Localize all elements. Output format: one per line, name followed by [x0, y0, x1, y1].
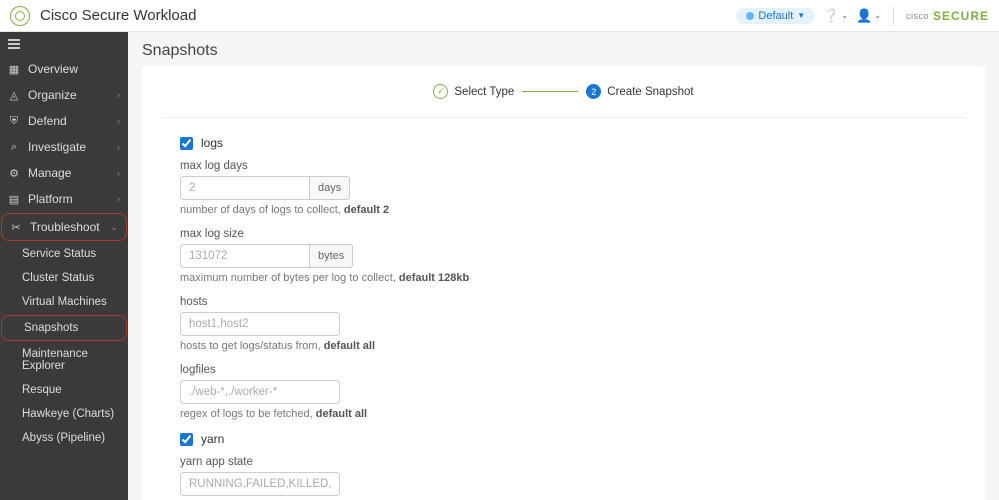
maxlogsize-help: maximum number of bytes per log to colle…: [180, 272, 540, 284]
logs-label: logs: [201, 136, 223, 150]
card: ✓ Select Type 2 Create Snapshot logs max…: [142, 66, 985, 500]
product-logo-icon: [10, 6, 30, 26]
sidebar-item-label: Hawkeye (Charts): [22, 408, 114, 420]
chevron-down-icon: ▼: [797, 11, 805, 20]
brand-secure-label: SECURE: [933, 9, 989, 23]
user-icon[interactable]: 👤⌄: [856, 8, 881, 24]
hosts-help: hosts to get logs/status from, default a…: [180, 340, 540, 352]
form: logs max log days days number of days of…: [180, 136, 540, 500]
sidebar-item-manage[interactable]: ⚙ Manage ›: [0, 160, 128, 186]
logs-checkbox[interactable]: [180, 137, 193, 150]
sidebar-item-label: Defend: [28, 114, 67, 128]
hosts-input[interactable]: [180, 312, 340, 336]
step-label: Select Type: [454, 86, 514, 98]
yarn-label: yarn: [201, 432, 224, 446]
chevron-down-icon: ⌄: [110, 222, 118, 233]
divider: [893, 7, 894, 25]
sidebar-item-label: Investigate: [28, 140, 86, 154]
sidebar-item-label: Snapshots: [24, 322, 78, 334]
sidebar-item-label: Overview: [28, 62, 78, 76]
chevron-right-icon: ›: [117, 90, 120, 100]
logfiles-input[interactable]: [180, 380, 340, 404]
maxlogsize-suffix: bytes: [310, 244, 353, 268]
brand: cisco SECURE: [906, 9, 989, 23]
sidebar-item-label: Abyss (Pipeline): [22, 432, 105, 444]
step-number: 2: [586, 84, 601, 99]
step-connector: [522, 91, 578, 92]
page-title: Snapshots: [142, 42, 985, 60]
sidebar-item-overview[interactable]: ▦ Overview: [0, 56, 128, 82]
overview-icon: ▦: [8, 63, 20, 75]
step-create-snapshot[interactable]: 2 Create Snapshot: [586, 84, 693, 99]
maxlogdays-input[interactable]: [180, 176, 310, 200]
hosts-label: hosts: [180, 296, 540, 308]
defend-icon: ⛨: [8, 115, 20, 127]
manage-icon: ⚙: [8, 167, 20, 179]
platform-icon: ▤: [8, 193, 20, 205]
maxlogdays-label: max log days: [180, 160, 540, 172]
organize-icon: ◬: [8, 89, 20, 101]
maxlogdays-suffix: days: [310, 176, 350, 200]
sidebar-item-organize[interactable]: ◬ Organize ›: [0, 82, 128, 108]
hamburger-icon[interactable]: [0, 32, 128, 56]
sidebar-item-virtual-machines[interactable]: Virtual Machines: [0, 290, 128, 314]
yarnstate-label: yarn app state: [180, 456, 540, 468]
sidebar: ▦ Overview ◬ Organize › ⛨ Defend › ⌕ Inv…: [0, 32, 128, 500]
sidebar-item-troubleshoot[interactable]: ✂ Troubleshoot ⌄: [1, 213, 127, 241]
sidebar-item-label: Service Status: [22, 248, 96, 260]
brand-cisco-label: cisco: [906, 11, 929, 21]
check-icon: ✓: [433, 84, 448, 99]
tenant-label: Default: [758, 10, 793, 22]
sidebar-item-maintenance-explorer[interactable]: Maintenance Explorer: [0, 342, 128, 378]
maxlogdays-help: number of days of logs to collect, defau…: [180, 204, 540, 216]
chevron-right-icon: ›: [117, 168, 120, 178]
sidebar-item-hawkeye[interactable]: Hawkeye (Charts): [0, 402, 128, 426]
help-icon[interactable]: ❔⌄: [823, 8, 848, 24]
yarn-checkbox[interactable]: [180, 433, 193, 446]
maxlogsize-input[interactable]: [180, 244, 310, 268]
sidebar-item-label: Platform: [28, 192, 73, 206]
sidebar-item-defend[interactable]: ⛨ Defend ›: [0, 108, 128, 134]
main-content: Snapshots ✓ Select Type 2 Create Snapsho…: [128, 32, 999, 500]
stepper: ✓ Select Type 2 Create Snapshot: [162, 80, 965, 118]
sidebar-item-label: Organize: [28, 88, 77, 102]
chevron-right-icon: ›: [117, 142, 120, 152]
sidebar-item-service-status[interactable]: Service Status: [0, 242, 128, 266]
chevron-right-icon: ›: [117, 116, 120, 126]
maxlogsize-label: max log size: [180, 228, 540, 240]
sidebar-item-platform[interactable]: ▤ Platform ›: [0, 186, 128, 212]
step-label: Create Snapshot: [607, 86, 693, 98]
logfiles-label: logfiles: [180, 364, 540, 376]
sidebar-item-label: Resque: [22, 384, 62, 396]
sidebar-item-abyss[interactable]: Abyss (Pipeline): [0, 426, 128, 450]
sidebar-item-investigate[interactable]: ⌕ Investigate ›: [0, 134, 128, 160]
product-title: Cisco Secure Workload: [40, 7, 196, 24]
troubleshoot-icon: ✂: [10, 221, 22, 233]
logfiles-help: regex of logs to be fetched, default all: [180, 408, 540, 420]
sidebar-item-label: Virtual Machines: [22, 296, 107, 308]
sidebar-item-label: Maintenance Explorer: [22, 348, 120, 372]
sidebar-item-snapshots[interactable]: Snapshots: [1, 315, 127, 341]
topbar: Cisco Secure Workload Default ▼ ❔⌄ 👤⌄ ci…: [0, 0, 999, 32]
sidebar-item-label: Manage: [28, 166, 71, 180]
sidebar-item-cluster-status[interactable]: Cluster Status: [0, 266, 128, 290]
yarnstate-input[interactable]: [180, 472, 340, 496]
sidebar-item-label: Troubleshoot: [30, 220, 100, 234]
step-select-type[interactable]: ✓ Select Type: [433, 84, 514, 99]
sidebar-item-label: Cluster Status: [22, 272, 94, 284]
chevron-right-icon: ›: [117, 194, 120, 204]
tenant-selector[interactable]: Default ▼: [736, 8, 815, 24]
investigate-icon: ⌕: [8, 141, 20, 153]
sidebar-item-resque[interactable]: Resque: [0, 378, 128, 402]
